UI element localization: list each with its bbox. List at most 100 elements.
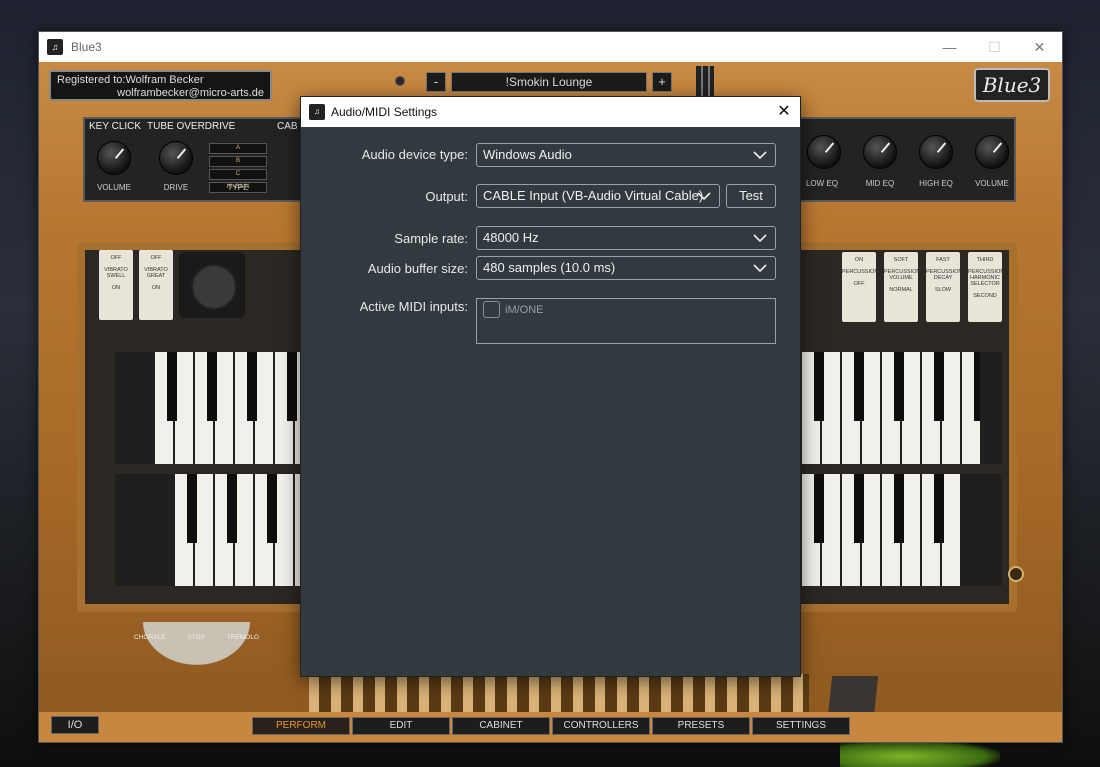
lower-manual-left xyxy=(115,474,305,586)
bottom-nav-tabs: PERFORM EDIT CABINET CONTROLLERS PRESETS… xyxy=(252,717,850,735)
mid-eq-caption: MID EQ xyxy=(865,179,895,188)
key-click-label: KEY CLICK xyxy=(89,121,142,132)
type-c-button[interactable]: C xyxy=(209,169,267,180)
lower-black-keys-right[interactable] xyxy=(802,474,960,544)
side-knob[interactable] xyxy=(1008,566,1024,582)
midi-input-checkbox[interactable] xyxy=(483,301,500,318)
tab-settings[interactable]: SETTINGS xyxy=(752,717,850,735)
lower-black-keys-left[interactable] xyxy=(175,474,305,544)
tab-presets[interactable]: PRESETS xyxy=(652,717,750,735)
tab-top-label: OFF xyxy=(110,255,122,261)
tab-controllers[interactable]: CONTROLLERS xyxy=(552,717,650,735)
lower-manual-right xyxy=(802,474,1002,586)
midi-inputs-label: Active MIDI inputs: xyxy=(359,299,468,314)
test-button[interactable]: Test xyxy=(726,184,776,208)
close-icon[interactable]: ✕ xyxy=(774,102,794,122)
dialog-titlebar[interactable]: ♫ Audio/MIDI Settings ✕ xyxy=(301,97,800,127)
device-type-value: Windows Audio xyxy=(483,147,572,162)
dialog-title: Audio/MIDI Settings xyxy=(331,105,438,119)
percussion-tabs: ON PERCUSSION OFF SOFT PERCUSSION VOLUME… xyxy=(842,252,1014,322)
tab-top-label: ON xyxy=(854,257,864,263)
volume-caption: VOLUME xyxy=(97,183,131,192)
vibrato-great-tab[interactable]: OFF VIBRATO GREAT ON xyxy=(139,250,173,320)
sample-rate-value: 48000 Hz xyxy=(483,230,539,245)
percussion-tab[interactable]: ON PERCUSSION OFF xyxy=(842,252,879,322)
preset-prev-button[interactable]: - xyxy=(426,72,446,92)
tab-mid-label: PERCUSSION xyxy=(842,269,879,275)
mid-eq-knob[interactable] xyxy=(863,135,897,169)
eq-volume-caption: VOLUME xyxy=(975,179,1009,188)
stop-label: STOP xyxy=(187,634,205,641)
registration-box: Registered to:Wolfram Becker wolframbeck… xyxy=(49,70,272,101)
app-icon: ♫ xyxy=(47,39,63,55)
upper-manual-left xyxy=(115,352,305,464)
io-button[interactable]: I/O xyxy=(51,716,99,734)
chevron-down-icon xyxy=(753,151,767,159)
preset-menu-icon[interactable] xyxy=(395,76,405,86)
tab-top-label: SOFT xyxy=(893,257,909,263)
upper-black-keys-left[interactable] xyxy=(155,352,305,422)
tab-top-label: FAST xyxy=(936,257,950,263)
effects-strip-right: LOW EQ MID EQ HIGH EQ VOLUME xyxy=(799,117,1016,202)
high-eq-knob[interactable] xyxy=(919,135,953,169)
percussion-volume-tab[interactable]: SOFT PERCUSSION VOLUME NORMAL xyxy=(884,252,921,322)
window-controls: — ☐ ✕ xyxy=(927,32,1062,62)
vibrato-mode-knob[interactable] xyxy=(134,622,259,672)
upper-manual-right xyxy=(802,352,1002,464)
blue3-logo: Blue3 xyxy=(974,68,1050,102)
tab-mid-label: PERCUSSION HARMONIC SELECTOR xyxy=(968,269,1005,287)
chevron-down-icon xyxy=(697,192,711,200)
low-eq-knob[interactable] xyxy=(807,135,841,169)
drive-knob[interactable] xyxy=(159,141,193,175)
audio-midi-settings-dialog: ♫ Audio/MIDI Settings ✕ Audio device typ… xyxy=(300,96,801,677)
type-a-button[interactable]: A xyxy=(209,143,267,154)
tab-bottom-label: ON xyxy=(111,285,121,291)
sample-rate-select[interactable]: 48000 Hz xyxy=(476,226,776,250)
buffer-size-select[interactable]: 480 samples (10.0 ms) xyxy=(476,256,776,280)
drive-caption: DRIVE xyxy=(163,183,189,192)
window-titlebar[interactable]: ♫ Blue3 — ☐ ✕ xyxy=(39,32,1062,62)
preset-next-button[interactable]: + xyxy=(652,72,672,92)
bass-pedals[interactable] xyxy=(309,674,809,714)
vibrato-chorus-dial[interactable] xyxy=(179,252,245,318)
percussion-decay-tab[interactable]: FAST PERCUSSION DECAY SLOW xyxy=(926,252,963,322)
registration-email: wolframbecker@micro-arts.de xyxy=(117,87,264,99)
level-meter xyxy=(696,66,714,96)
tab-mid-label: PERCUSSION VOLUME xyxy=(884,269,921,281)
list-item[interactable]: iM/ONE xyxy=(483,301,544,318)
percussion-harmonic-tab[interactable]: THIRD PERCUSSION HARMONIC SELECTOR SECON… xyxy=(968,252,1005,322)
maximize-icon[interactable]: ☐ xyxy=(972,32,1017,62)
tab-cabinet[interactable]: CABINET xyxy=(452,717,550,735)
tab-top-label: THIRD xyxy=(976,257,994,263)
upper-black-keys-right[interactable] xyxy=(802,352,980,422)
output-select[interactable]: CABLE Input (VB-Audio Virtual Cable) xyxy=(476,184,720,208)
type-caption: TYPE xyxy=(227,183,249,192)
tab-edit[interactable]: EDIT xyxy=(352,717,450,735)
tab-bottom-label: NORMAL xyxy=(889,287,913,293)
window-title: Blue3 xyxy=(71,40,102,54)
device-type-select[interactable]: Windows Audio xyxy=(476,143,776,167)
preset-name[interactable]: !Smokin Lounge xyxy=(451,72,647,92)
output-label: Output: xyxy=(425,189,468,204)
midi-inputs-list: iM/ONE xyxy=(476,298,776,344)
buffer-size-value: 480 samples (10.0 ms) xyxy=(483,260,616,275)
cabinet-label: CAB xyxy=(277,121,298,132)
vibrato-swell-tab[interactable]: OFF VIBRATO SWELL ON xyxy=(99,250,133,320)
tab-top-label: OFF xyxy=(150,255,162,261)
type-b-button[interactable]: B xyxy=(209,156,267,167)
app-icon: ♫ xyxy=(309,104,325,120)
registration-name: Registered to:Wolfram Becker xyxy=(57,74,204,86)
tab-mid-label: PERCUSSION DECAY xyxy=(926,269,963,281)
tab-bottom-label: ON xyxy=(151,285,161,291)
minimize-icon[interactable]: — xyxy=(927,32,972,62)
device-type-label: Audio device type: xyxy=(361,147,468,162)
output-value: CABLE Input (VB-Audio Virtual Cable) xyxy=(483,188,704,203)
tab-mid-label: VIBRATO GREAT xyxy=(144,267,168,279)
key-click-volume-knob[interactable] xyxy=(97,141,131,175)
tab-perform[interactable]: PERFORM xyxy=(252,717,350,735)
chevron-down-icon xyxy=(753,264,767,272)
close-icon[interactable]: ✕ xyxy=(1017,32,1062,62)
tab-bottom-label: SLOW xyxy=(934,287,952,293)
eq-volume-knob[interactable] xyxy=(975,135,1009,169)
tube-overdrive-label: TUBE OVERDRIVE xyxy=(147,121,236,132)
